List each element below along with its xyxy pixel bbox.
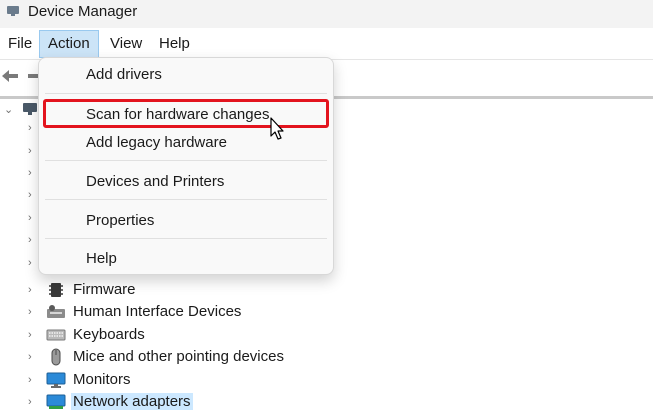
menu-separator (45, 93, 327, 94)
tree-item-firmware[interactable]: › Firmware (0, 279, 653, 301)
expand-chevron-icon[interactable]: › (28, 395, 38, 409)
tree-label: Firmware (73, 281, 136, 298)
monitor-icon (46, 372, 66, 388)
menu-item-add-drivers[interactable]: Add drivers (43, 60, 329, 90)
menu-separator (45, 160, 327, 161)
hid-icon (47, 305, 65, 318)
tree-item-monitors[interactable]: › Monitors (0, 369, 653, 391)
expand-chevron-icon[interactable]: › (28, 350, 38, 364)
action-dropdown-menu: Add drivers Scan for hardware changes Ad… (38, 57, 334, 275)
menu-separator (45, 238, 327, 239)
expand-chevron-icon[interactable]: › (28, 121, 38, 135)
title-bar: Device Manager (0, 0, 653, 28)
tree-label: Monitors (73, 371, 131, 388)
menu-item-devices-printers[interactable]: Devices and Printers (43, 167, 329, 197)
menu-bar: File Action View Help (0, 30, 653, 58)
expand-chevron-icon[interactable]: › (28, 188, 38, 202)
menu-help[interactable]: Help (151, 30, 198, 58)
menu-file[interactable]: File (0, 30, 40, 58)
device-manager-window: Device Manager File Action View Help ⌄ ›… (0, 0, 653, 410)
window-title: Device Manager (28, 3, 138, 20)
menu-action[interactable]: Action (39, 30, 99, 58)
back-arrow-icon[interactable] (0, 66, 20, 86)
mouse-cursor-icon (270, 117, 284, 140)
expand-chevron-icon[interactable]: › (28, 328, 38, 342)
tree-item-mice[interactable]: › Mice and other pointing devices (0, 346, 653, 368)
expand-chevron-icon[interactable]: › (28, 166, 38, 180)
device-manager-icon (7, 6, 19, 16)
expand-chevron-icon[interactable]: › (28, 211, 38, 225)
tree-item-hid[interactable]: › Human Interface Devices (0, 301, 653, 323)
tree-item-network-adapters[interactable]: › Network adapters (0, 391, 653, 410)
keyboard-icon (46, 329, 66, 341)
expand-chevron-icon[interactable]: › (28, 283, 38, 297)
menu-separator (45, 199, 327, 200)
expand-chevron-icon[interactable]: › (28, 373, 38, 387)
expand-chevron-icon[interactable]: › (28, 305, 38, 319)
expand-chevron-icon[interactable]: › (28, 144, 38, 158)
network-adapter-icon (46, 394, 66, 409)
collapse-chevron-icon[interactable]: ⌄ (4, 103, 14, 117)
tree-label: Network adapters (71, 393, 193, 410)
computer-icon (23, 103, 37, 115)
menu-view[interactable]: View (102, 30, 150, 58)
tree-label: Mice and other pointing devices (73, 348, 284, 365)
menu-item-properties[interactable]: Properties (43, 206, 329, 236)
tree-label: Keyboards (73, 326, 145, 343)
mouse-icon (51, 348, 61, 366)
menu-item-help[interactable]: Help (43, 244, 329, 274)
expand-chevron-icon[interactable]: › (28, 256, 38, 270)
expand-chevron-icon[interactable]: › (28, 233, 38, 247)
tree-label: Human Interface Devices (73, 303, 242, 320)
firmware-chip-icon (49, 283, 63, 297)
tree-item-keyboards[interactable]: › Keyboards (0, 324, 653, 346)
